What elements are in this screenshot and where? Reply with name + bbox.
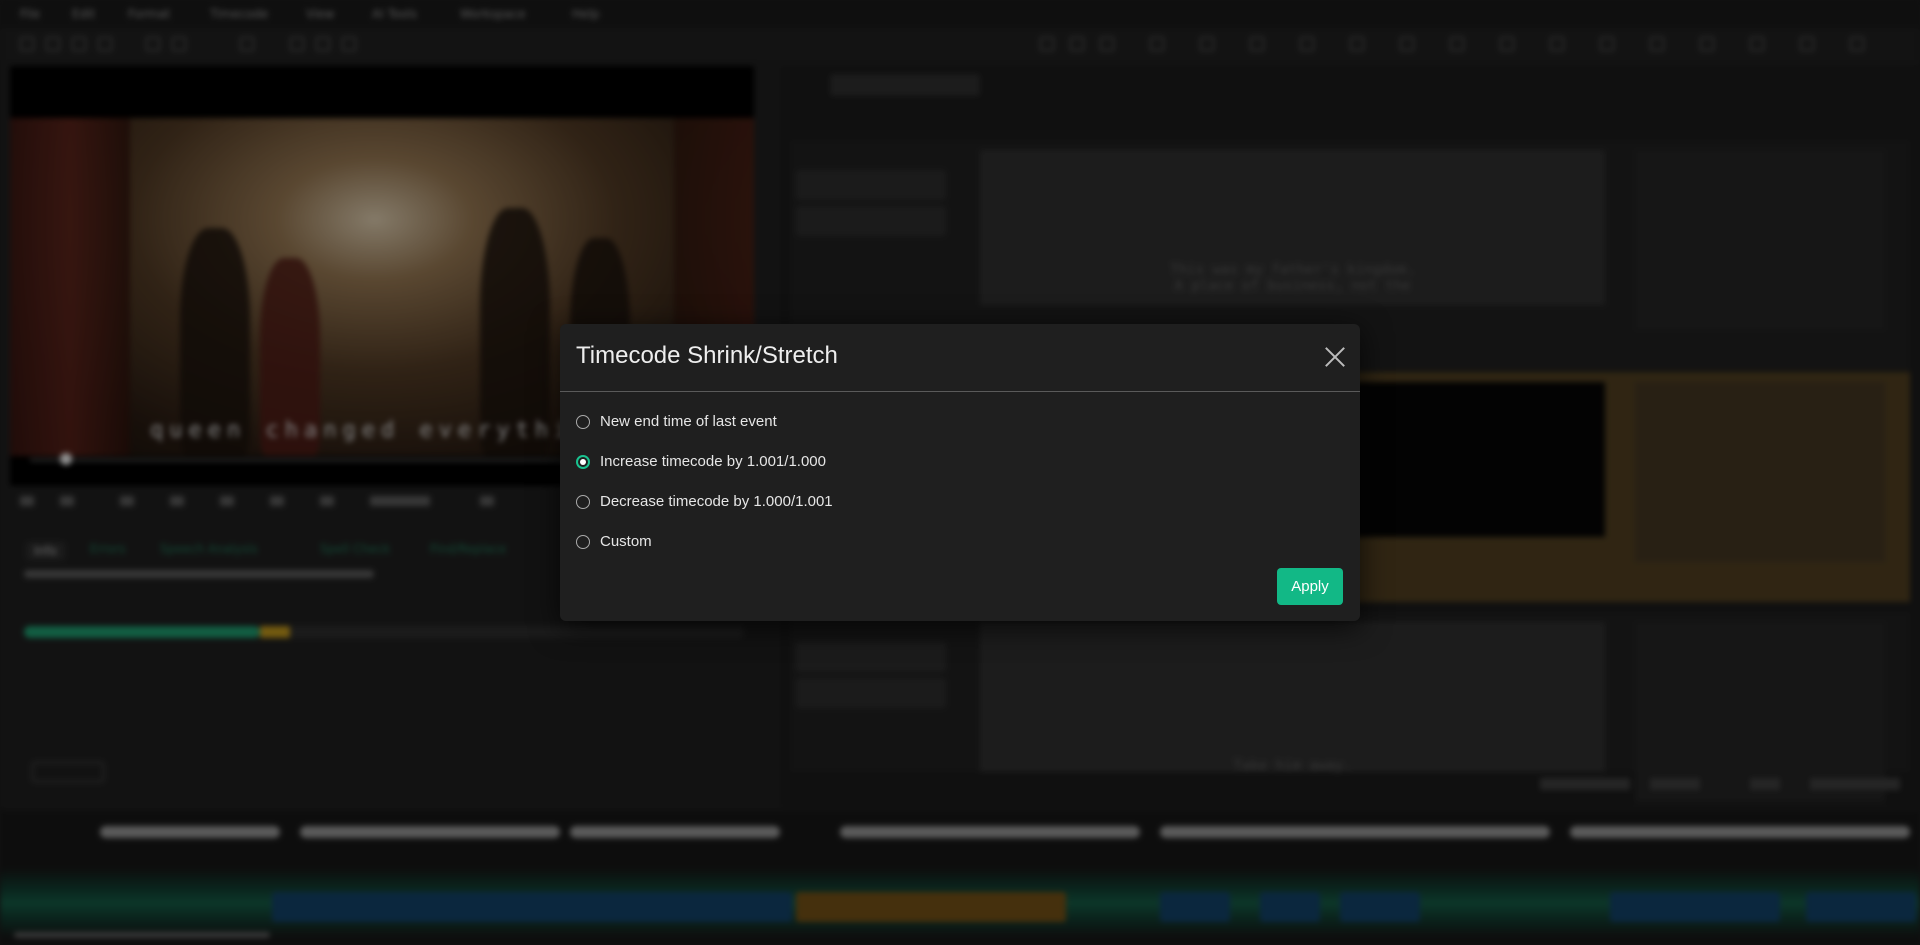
radio-icon[interactable]	[576, 535, 590, 549]
option-new-end-time[interactable]: New end time of last event	[576, 411, 1076, 435]
option-label: Decrease timecode by 1.000/1.001	[600, 493, 833, 510]
apply-button[interactable]: Apply	[1277, 568, 1343, 605]
option-label: New end time of last event	[600, 413, 777, 430]
close-icon[interactable]	[1324, 346, 1346, 368]
option-label: Increase timecode by 1.001/1.000	[600, 453, 826, 470]
option-custom[interactable]: Custom	[576, 531, 1076, 555]
radio-checked-icon[interactable]	[576, 455, 590, 469]
radio-icon[interactable]	[576, 415, 590, 429]
option-label: Custom	[600, 533, 652, 550]
timecode-shrink-stretch-dialog: Timecode Shrink/Stretch New end time of …	[560, 324, 1360, 621]
dialog-header: Timecode Shrink/Stretch	[560, 324, 1360, 392]
radio-icon[interactable]	[576, 495, 590, 509]
option-increase-timecode[interactable]: Increase timecode by 1.001/1.000	[576, 451, 1076, 475]
dialog-title: Timecode Shrink/Stretch	[576, 342, 838, 369]
option-decrease-timecode[interactable]: Decrease timecode by 1.000/1.001	[576, 491, 1076, 515]
